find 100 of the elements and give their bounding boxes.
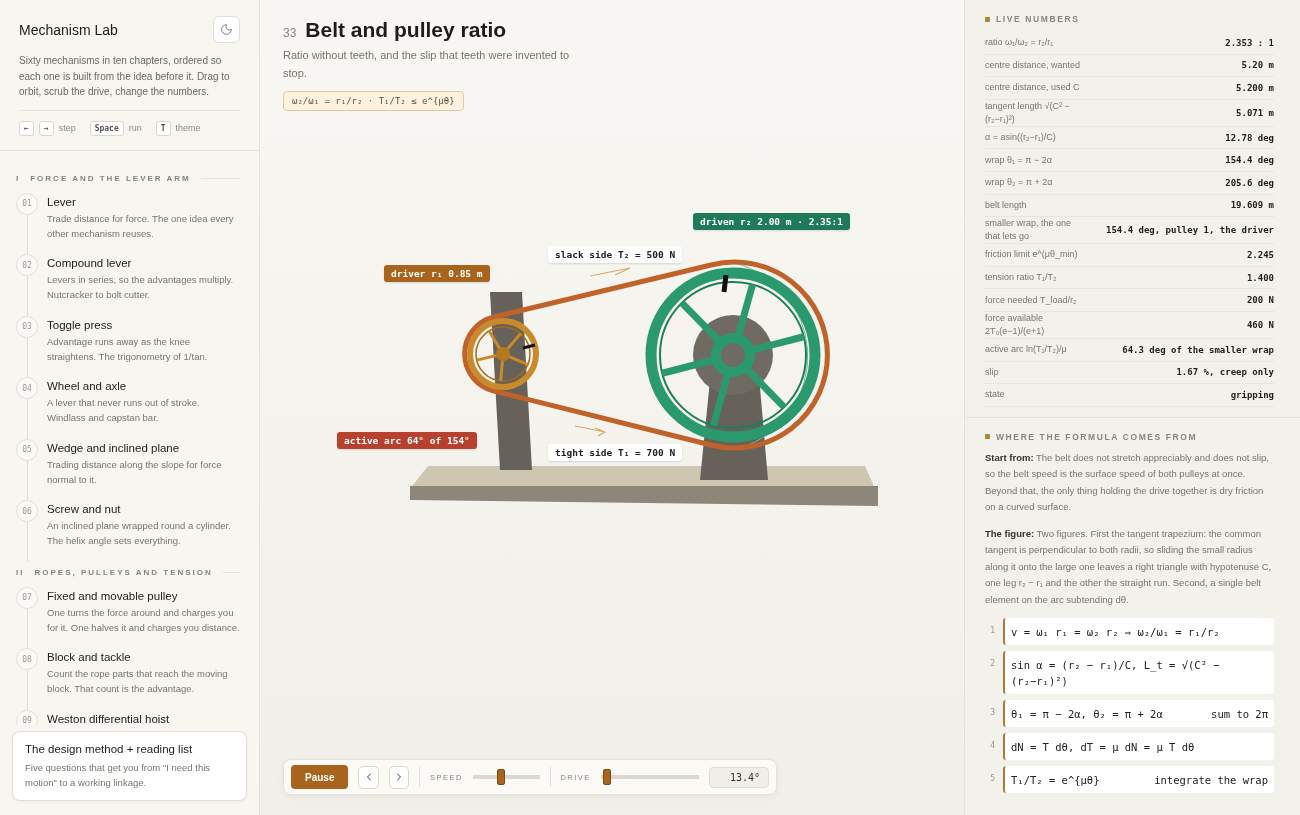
number-label: α = asin((r₂−r₁)/C) bbox=[985, 131, 1056, 145]
derivation-step: v = ω₁ r₁ = ω₂ r₂ ⇒ ω₂/ω₁ = r₁/r₂ bbox=[1003, 618, 1274, 646]
number-label: tangent length √(C² − (r₂−r₁)²) bbox=[985, 99, 1071, 126]
angle-readout: 13.4° bbox=[708, 766, 769, 788]
key-cap: → bbox=[38, 120, 54, 136]
hint-label: step bbox=[58, 123, 76, 133]
number-label: force available 2T₀(e−1)/(e+1) bbox=[985, 311, 1046, 338]
chapter-title: ROPES, PULLEYS AND TENSION bbox=[34, 567, 213, 577]
mechanism-description: One turns the force around and charges you for it. One halves it and charges you distance. bbox=[47, 605, 240, 635]
derivation-step: sin α = (r₂ − r₁)/C, L_t = √(C² − (r₂−r₁)²) bbox=[1003, 651, 1274, 695]
mechanism-title[interactable]: Screw and nut bbox=[47, 503, 240, 515]
scene-label: tight side T₁ = 700 N bbox=[548, 444, 683, 461]
app-title: Mechanism Lab bbox=[19, 21, 118, 38]
mechanism-description: Advantage runs away as the knee straightens. The trigonometry of 1/tan. bbox=[47, 334, 209, 364]
item-number: 08 bbox=[16, 648, 38, 670]
formula-chip: ω₂/ω₁ = r₁/r₂ · T₁/T₂ ≤ e^{μθ} bbox=[283, 91, 464, 111]
number-value: 200 N bbox=[1246, 295, 1274, 306]
mechanism-description: Count the rope parts that reach the moving block. That count is the advantage. bbox=[47, 667, 229, 696]
derivation-step: θ₁ = π − 2α, θ₂ = π + 2α sum to 2π bbox=[1003, 700, 1274, 728]
number-label: centre distance, wanted bbox=[985, 58, 1081, 72]
step-number: 4 bbox=[989, 740, 995, 751]
section-marker-icon bbox=[985, 16, 990, 22]
number-value: 2.353 : 1 bbox=[1225, 37, 1274, 48]
number-label: centre distance, used C bbox=[985, 81, 1080, 95]
number-value: 5.20 m bbox=[1241, 60, 1274, 71]
slider-thumb[interactable] bbox=[602, 769, 611, 785]
chapter-title: FORCE AND THE LEVER ARM bbox=[30, 173, 191, 183]
number-value: 64.3 deg of the smaller wrap bbox=[1122, 344, 1274, 355]
number-label: friction limit e^(μθ_min) bbox=[985, 248, 1078, 262]
number-label: active arc ln(T₁/T₂)/μ bbox=[985, 343, 1067, 357]
mechanism-title[interactable]: Toggle press bbox=[47, 318, 240, 331]
derivation-step: T₁/T₂ = e^{μθ} integrate the wrap bbox=[1003, 766, 1274, 794]
intro-text: Sixty mechanisms in ten chapters, ordered so each one is built from the idea before it. Drag to orbit, scrub the drive, change the numbers. bbox=[19, 53, 240, 111]
lesson-subtitle: Ratio without teeth, and the slip that teeth were invented to stop. bbox=[283, 48, 571, 81]
mechanism-description: Trade distance for force. The one idea every other mechanism reuses. bbox=[47, 211, 235, 241]
derivation-step: dN = T dθ, dT = μ dN = μ T dθ bbox=[1003, 733, 1274, 761]
scene-label: active arc 64° of 154° bbox=[337, 432, 477, 449]
item-number: 06 bbox=[16, 500, 38, 522]
number-label: smaller wrap, the one that lets go bbox=[985, 217, 1073, 244]
item-number: 03 bbox=[16, 315, 38, 338]
item-number: 09 bbox=[16, 709, 38, 725]
reading-list-card[interactable]: The design method + reading list Five questions that get you from "I need this motion" to a working linkage. bbox=[12, 731, 247, 801]
number-value: 19.609 m bbox=[1230, 200, 1274, 211]
mechanism-description: An inclined plane wrapped round a cylinder. The helix angle sets everything. bbox=[47, 519, 232, 548]
mechanism-title[interactable]: Fixed and movable pulley bbox=[47, 589, 240, 602]
scene-label: slack side T₂ = 500 N bbox=[548, 246, 683, 263]
previous-button[interactable] bbox=[358, 765, 379, 789]
slider-thumb[interactable] bbox=[496, 769, 505, 785]
section-marker-icon bbox=[985, 434, 990, 440]
number-value: 154.4 deg, pulley 1, the driver bbox=[1106, 225, 1274, 236]
mechanism-title[interactable]: Wheel and axle bbox=[47, 380, 240, 392]
hint-label: run bbox=[128, 123, 142, 133]
number-value: 5.200 m bbox=[1236, 83, 1274, 93]
mechanism-description: Levers in series, so the advantages multiply. Nutcracker to bolt cutter. bbox=[47, 273, 235, 302]
explanation-paragraph: The figure: Two figures. First the tangent trapezium: the common tangent is perpendicular to both radii, so sliding the small radius along it onto the large one leaves a right triangle with hypotenuse C, one leg r₂ − r₁ and the other the straight run. Second, a single belt element on the arc subtending dθ. bbox=[985, 526, 1273, 607]
mechanism-title[interactable]: Weston differential hoist bbox=[47, 712, 170, 725]
item-number: 01 bbox=[16, 192, 38, 215]
section-title: LIVE NUMBERS bbox=[996, 14, 1080, 24]
mechanism-title[interactable]: Block and tackle bbox=[47, 651, 240, 663]
number-label: wrap θ₁ = π − 2α bbox=[985, 153, 1052, 167]
number-value: gripping bbox=[1230, 389, 1274, 400]
number-label: state bbox=[985, 388, 1005, 402]
pause-button[interactable]: Pause bbox=[291, 765, 349, 789]
number-label: wrap θ₂ = π + 2α bbox=[985, 176, 1053, 190]
item-number: 07 bbox=[16, 586, 38, 609]
number-value: 1.400 bbox=[1246, 272, 1274, 283]
explanation-paragraph: Start from: The belt does not stretch appreciably and does not slip, so the belt speed is the surface speed of both pulleys at once. Beyond that, the only thing holding the drive together is dry friction on a curved surface. bbox=[985, 450, 1270, 515]
mechanism-description: Trading distance along the slope for force normal to it. bbox=[47, 457, 223, 487]
number-value: 154.4 deg bbox=[1225, 155, 1274, 166]
lesson-number: 33 bbox=[283, 26, 297, 40]
chapter-numeral: II bbox=[16, 567, 25, 577]
step-number: 2 bbox=[989, 658, 995, 669]
key-cap: ← bbox=[19, 120, 34, 136]
hint-label: theme bbox=[175, 123, 201, 133]
step-number: 1 bbox=[989, 625, 995, 636]
scene-label: driven r₂ 2.00 m · 2.35:1 bbox=[693, 213, 850, 230]
step-number: 3 bbox=[989, 707, 995, 718]
item-number: 05 bbox=[16, 438, 38, 461]
item-number: 04 bbox=[16, 377, 38, 399]
key-cap: Space bbox=[89, 120, 124, 136]
card-title: The design method + reading list bbox=[25, 743, 194, 755]
number-label: force needed T_load/r₂ bbox=[985, 293, 1077, 307]
key-cap: T bbox=[155, 120, 171, 136]
item-number: 02 bbox=[16, 254, 38, 276]
mechanism-description: A lever that never runs out of stroke. Windlass and capstan bar. bbox=[47, 396, 201, 425]
number-value: 12.78 deg bbox=[1225, 132, 1274, 143]
number-value: 1.67 %, creep only bbox=[1176, 367, 1274, 378]
number-label: ratio ω₁/ω₂ = r₂/r₁ bbox=[985, 36, 1054, 50]
lesson-title: Belt and pulley ratio bbox=[305, 18, 507, 42]
number-value: 2.245 bbox=[1246, 249, 1274, 260]
mechanism-title[interactable]: Wedge and inclined plane bbox=[47, 441, 240, 454]
scene-label: driver r₁ 0.85 m bbox=[384, 265, 490, 282]
mechanism-title[interactable]: Lever bbox=[47, 195, 240, 208]
number-label: belt length bbox=[985, 198, 1027, 212]
number-value: 460 N bbox=[1246, 319, 1274, 330]
theme-toggle-button[interactable] bbox=[213, 16, 240, 43]
number-value: 205.6 deg bbox=[1225, 177, 1274, 188]
number-label: slip bbox=[985, 365, 999, 379]
mechanism-title[interactable]: Compound lever bbox=[47, 257, 240, 269]
chapter-numeral: I bbox=[16, 173, 21, 183]
